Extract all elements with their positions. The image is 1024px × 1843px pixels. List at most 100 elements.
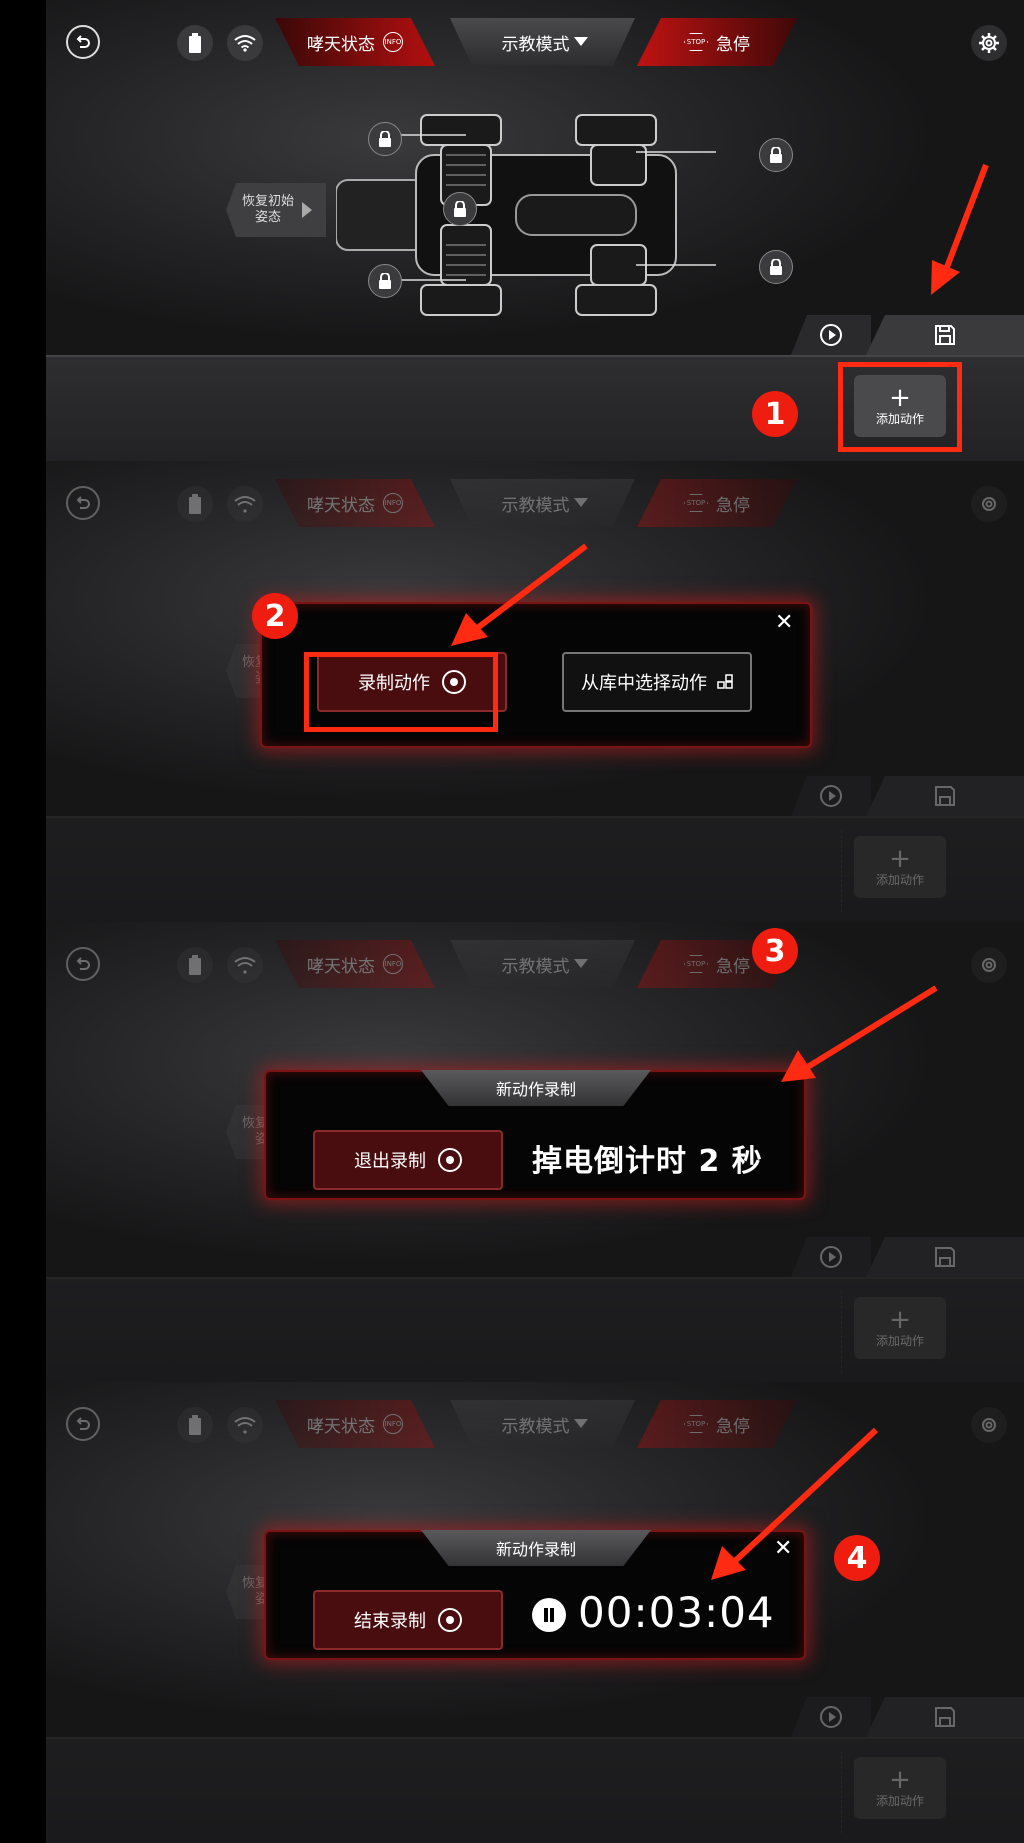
battery-icon bbox=[189, 1415, 201, 1435]
save-button[interactable] bbox=[866, 315, 1024, 355]
caret-down-icon bbox=[573, 1419, 588, 1428]
mode-dropdown-label: 示教模式 bbox=[501, 495, 570, 516]
mode-dropdown[interactable]: 示教模式 bbox=[450, 18, 635, 66]
play-triangle-icon bbox=[302, 202, 312, 218]
back-button[interactable] bbox=[66, 486, 100, 520]
arrow-icon bbox=[711, 1427, 879, 1580]
close-icon[interactable]: ✕ bbox=[775, 610, 793, 635]
mode-dropdown[interactable]: 示教模式 bbox=[450, 479, 635, 527]
settings-button[interactable] bbox=[971, 486, 1007, 522]
back-button[interactable] bbox=[66, 947, 100, 981]
record-icon bbox=[438, 1608, 462, 1632]
plus-icon: + bbox=[889, 843, 911, 874]
play-button[interactable] bbox=[791, 1697, 871, 1737]
play-button[interactable] bbox=[791, 315, 871, 355]
tab-status-label: 哮天状态 bbox=[307, 956, 375, 977]
restore-pose-button[interactable]: 恢复初始姿态 bbox=[226, 183, 326, 237]
mode-dropdown[interactable]: 示教模式 bbox=[450, 1400, 635, 1448]
mode-dropdown[interactable]: 示教模式 bbox=[450, 940, 635, 988]
power-off-countdown: 掉电倒计时 2 秒 bbox=[532, 1144, 763, 1179]
stop-sign-icon: STOP bbox=[684, 955, 708, 973]
lock-button-head[interactable] bbox=[443, 192, 477, 226]
battery-button[interactable] bbox=[177, 25, 213, 61]
gear-icon bbox=[982, 497, 996, 511]
wifi-icon bbox=[234, 957, 256, 974]
end-recording-button[interactable]: 结束录制 bbox=[313, 1590, 503, 1650]
tab-status-label: 哮天状态 bbox=[307, 495, 375, 516]
tab-status[interactable]: 哮天状态 INFO bbox=[275, 940, 435, 988]
arrow-icon bbox=[931, 163, 989, 295]
play-button[interactable] bbox=[791, 1237, 871, 1277]
stop-sign-icon: STOP bbox=[684, 33, 708, 51]
add-action-button[interactable]: + 添加动作 bbox=[854, 836, 946, 898]
battery-icon bbox=[189, 494, 201, 514]
mode-dropdown-label: 示教模式 bbox=[501, 956, 570, 977]
back-icon bbox=[76, 496, 90, 509]
wifi-button[interactable] bbox=[227, 486, 263, 522]
add-action-label: 添加动作 bbox=[875, 1793, 924, 1808]
action-toolbar bbox=[791, 1237, 1024, 1277]
action-toolbar bbox=[791, 315, 1024, 355]
play-icon bbox=[820, 1246, 842, 1268]
battery-button[interactable] bbox=[177, 947, 213, 983]
lock-button-rear-left[interactable] bbox=[759, 138, 793, 172]
action-toolbar bbox=[791, 776, 1024, 816]
add-action-button[interactable]: + 添加动作 bbox=[854, 1757, 946, 1819]
gear-icon bbox=[982, 958, 996, 972]
back-button[interactable] bbox=[66, 1407, 100, 1441]
recording-timer: 00:03:04 bbox=[578, 1588, 775, 1637]
settings-button[interactable] bbox=[971, 1407, 1007, 1443]
save-button[interactable] bbox=[866, 776, 1024, 816]
play-button[interactable] bbox=[791, 776, 871, 816]
wifi-button[interactable] bbox=[227, 1407, 263, 1443]
pause-icon[interactable] bbox=[532, 1598, 566, 1632]
add-action-label: 添加动作 bbox=[875, 872, 924, 887]
lock-button-front-left[interactable] bbox=[368, 122, 402, 156]
emergency-stop-label: 急停 bbox=[716, 34, 750, 55]
settings-button[interactable] bbox=[971, 947, 1007, 983]
save-icon bbox=[935, 786, 955, 806]
settings-button[interactable] bbox=[971, 25, 1007, 61]
lock-button-rear-right[interactable] bbox=[759, 250, 793, 284]
screen-step-4: 哮天状态INFO 示教模式 STOP急停 恢复初始姿态 +添加动作 新动作录制 … bbox=[46, 1382, 1024, 1843]
top-bar: 哮天状态 INFO 示教模式 STOP 急停 bbox=[46, 461, 1024, 545]
caret-down-icon bbox=[573, 959, 588, 968]
top-bar: 哮天状态 INFO 示教模式 STOP 急停 bbox=[46, 0, 1024, 84]
action-timeline: + 添加动作 bbox=[46, 1277, 1024, 1383]
tab-status[interactable]: 哮天状态 INFO bbox=[275, 1400, 435, 1448]
wifi-button[interactable] bbox=[227, 25, 263, 61]
add-action-button[interactable]: + 添加动作 bbox=[854, 1297, 946, 1359]
save-button[interactable] bbox=[866, 1697, 1024, 1737]
battery-button[interactable] bbox=[177, 486, 213, 522]
choose-from-library-button[interactable]: 从库中选择动作 bbox=[562, 652, 752, 712]
screen-step-3: 哮天状态INFO 示教模式 STOP急停 恢复初始姿态 +添加动作 新动作录制 … bbox=[46, 922, 1024, 1383]
emergency-stop-button[interactable]: STOP 急停 bbox=[637, 479, 797, 527]
wifi-icon bbox=[234, 496, 256, 513]
info-icon: INFO bbox=[383, 954, 403, 974]
lock-button-front-right[interactable] bbox=[368, 264, 402, 298]
battery-button[interactable] bbox=[177, 1407, 213, 1443]
tab-status[interactable]: 哮天状态 INFO bbox=[275, 479, 435, 527]
mode-dropdown-label: 示教模式 bbox=[501, 1416, 570, 1437]
play-icon bbox=[820, 1706, 842, 1728]
info-icon: INFO bbox=[383, 493, 403, 513]
emergency-stop-label: 急停 bbox=[716, 495, 750, 516]
add-action-label: 添加动作 bbox=[875, 1333, 924, 1348]
arrow-icon bbox=[781, 985, 938, 1082]
record-icon bbox=[438, 1148, 462, 1172]
wifi-button[interactable] bbox=[227, 947, 263, 983]
emergency-stop-button[interactable]: STOP 急停 bbox=[637, 18, 797, 66]
lock-icon bbox=[770, 259, 782, 275]
step-badge-1: 1 bbox=[752, 391, 798, 437]
tab-status[interactable]: 哮天状态 INFO bbox=[275, 18, 435, 66]
highlight-record-action bbox=[304, 652, 498, 732]
action-timeline: + 添加动作 bbox=[46, 816, 1024, 922]
divider bbox=[841, 1751, 842, 1833]
divider bbox=[841, 830, 842, 912]
restore-pose-label: 恢复初始姿态 bbox=[241, 194, 294, 225]
save-icon bbox=[935, 1707, 955, 1727]
save-button[interactable] bbox=[866, 1237, 1024, 1277]
plus-icon: + bbox=[889, 1764, 911, 1795]
exit-recording-button[interactable]: 退出录制 bbox=[313, 1130, 503, 1190]
back-button[interactable] bbox=[66, 25, 100, 59]
